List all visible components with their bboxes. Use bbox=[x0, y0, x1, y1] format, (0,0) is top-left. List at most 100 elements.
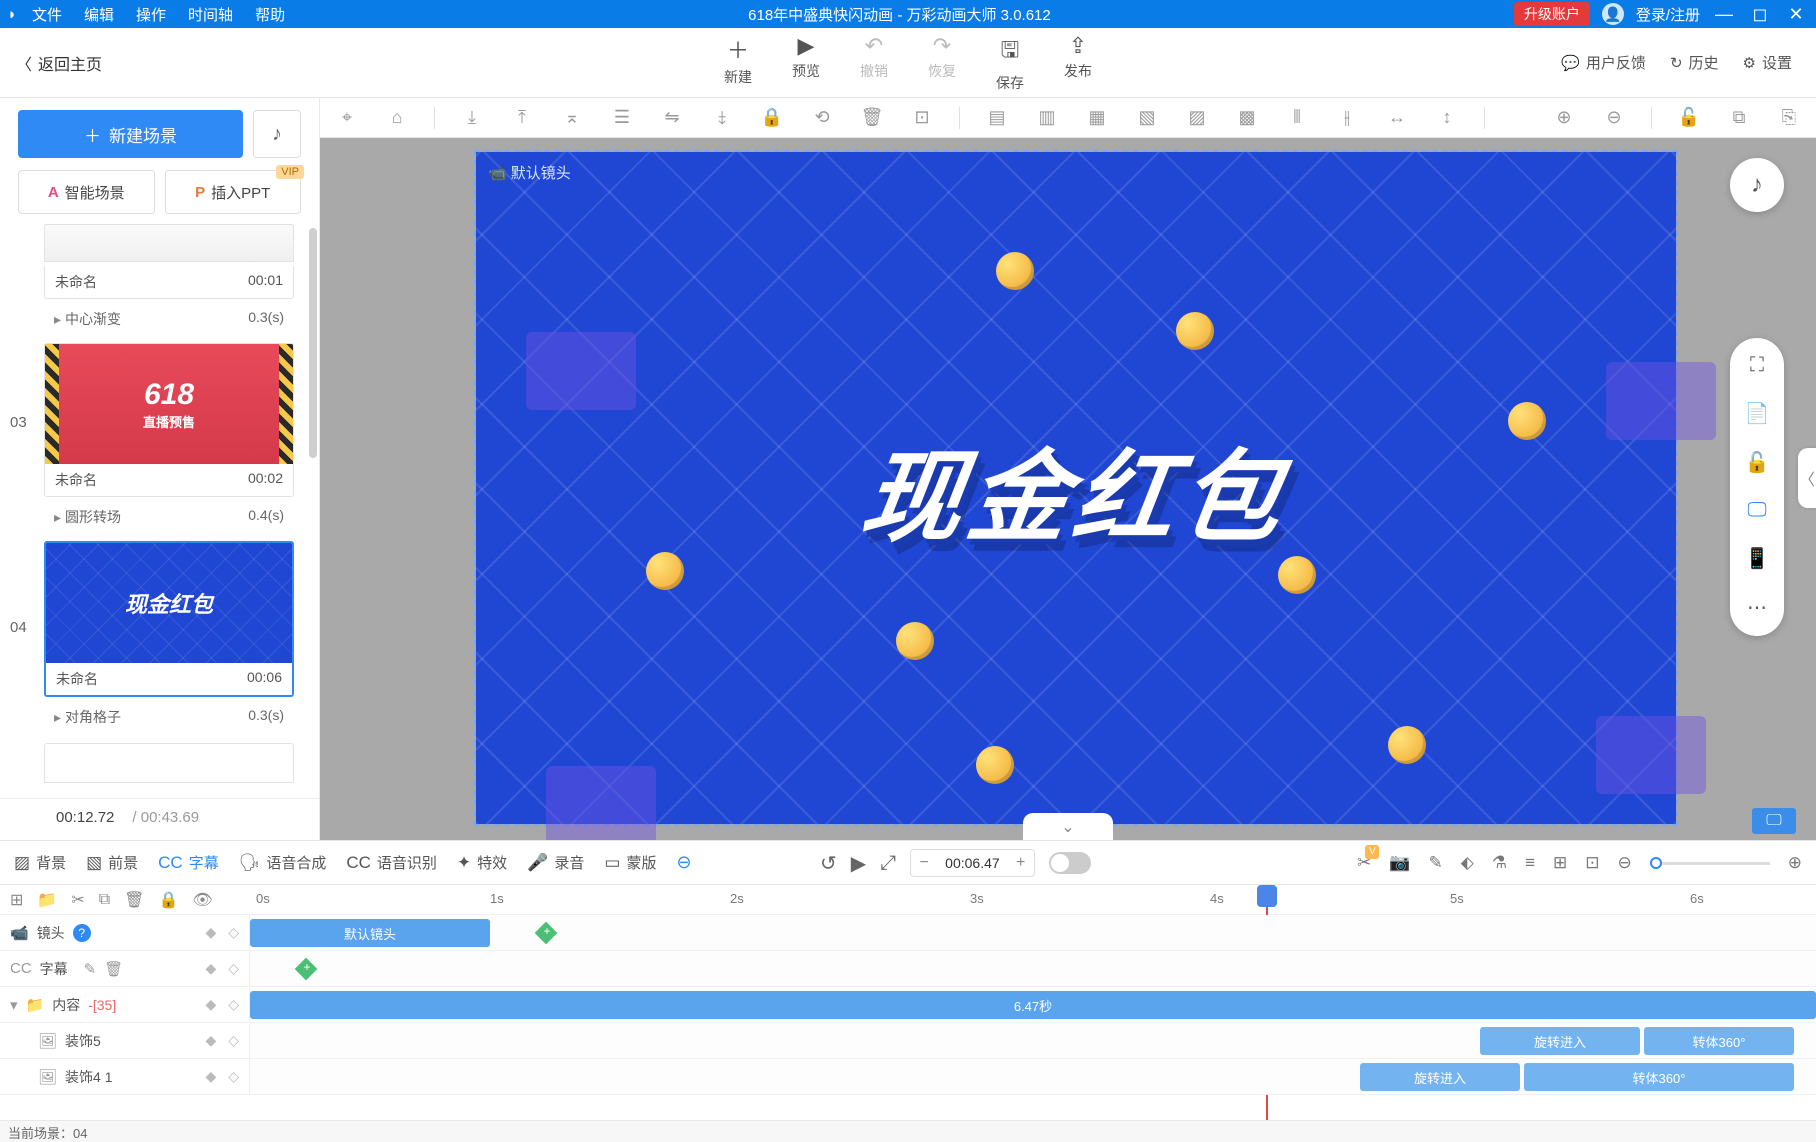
canvas-stage[interactable]: 📹 默认镜头 现金红包 bbox=[476, 152, 1676, 824]
zoom-out-tl-icon[interactable]: ⊖ bbox=[1618, 853, 1632, 873]
close-icon[interactable]: ✕ bbox=[1784, 4, 1808, 25]
coin-decoration[interactable] bbox=[1508, 402, 1546, 440]
publish-button[interactable]: ⇪发布 bbox=[1064, 33, 1092, 93]
menu-timeline[interactable]: 时间轴 bbox=[188, 4, 233, 25]
float-music-button[interactable]: ♪ bbox=[1730, 158, 1784, 212]
edit-tool-icon[interactable]: ✎ bbox=[1429, 853, 1443, 873]
envelope-decoration[interactable] bbox=[526, 332, 636, 410]
history-button[interactable]: ↻历史 bbox=[1670, 52, 1719, 73]
envelope-decoration[interactable] bbox=[1606, 362, 1716, 440]
envelope-decoration[interactable] bbox=[1596, 716, 1706, 794]
keyframe-dot[interactable]: ◇ bbox=[228, 1068, 239, 1085]
scene-thumb-partial[interactable] bbox=[44, 224, 294, 262]
cursor-tool-icon[interactable]: ⌖ bbox=[334, 107, 360, 128]
tab-effects[interactable]: ✦特效 bbox=[457, 852, 507, 873]
unlock-tool-icon[interactable]: 🔓 bbox=[1745, 450, 1770, 475]
tab-background[interactable]: ▨背景 bbox=[14, 852, 66, 873]
keyframe-dot[interactable]: ◇ bbox=[228, 924, 239, 941]
zoom-in-tl-icon[interactable]: ⊕ bbox=[1788, 853, 1802, 873]
coin-decoration[interactable] bbox=[996, 252, 1034, 290]
view-mode-indicator[interactable]: 🖵 bbox=[1752, 808, 1796, 834]
grid-tool-icon[interactable]: ⊡ bbox=[1585, 853, 1599, 873]
tab-record[interactable]: 🎤录音 bbox=[527, 852, 584, 873]
scene-thumb-partial[interactable] bbox=[44, 743, 294, 783]
coin-decoration[interactable] bbox=[976, 746, 1014, 784]
smart-scene-button[interactable]: A 智能场景 bbox=[18, 170, 155, 214]
effect-clip[interactable]: 转体360° bbox=[1644, 1027, 1794, 1055]
trash-icon[interactable]: 🗑 bbox=[859, 107, 885, 128]
tab-tts[interactable]: 🗣语音合成 bbox=[239, 852, 327, 873]
canvas-main-text[interactable]: 现金红包 bbox=[854, 416, 1298, 561]
new-button[interactable]: ＋新建 bbox=[724, 33, 752, 93]
time-minus[interactable]: − bbox=[911, 854, 937, 872]
add-track-icon[interactable]: ⊞ bbox=[10, 890, 23, 910]
lock-track-icon[interactable]: 🔒 bbox=[158, 890, 178, 910]
restart-icon[interactable]: ↺ bbox=[820, 851, 837, 876]
effect-clip[interactable]: 旋转进入 bbox=[1480, 1027, 1640, 1055]
redo-button[interactable]: ↷恢复 bbox=[928, 33, 956, 93]
spacing-h-icon[interactable]: ↔ bbox=[1384, 107, 1410, 128]
align-hcenter-icon[interactable]: ▥ bbox=[1034, 107, 1060, 128]
scene-item-selected[interactable]: 现金红包 未命名00:06 bbox=[44, 541, 294, 697]
scene-item[interactable]: 未命名00:01 bbox=[44, 266, 294, 299]
canvas-collapse-tab[interactable]: ⌄ bbox=[1023, 813, 1113, 841]
align-middle-icon[interactable]: ⌅ bbox=[559, 107, 585, 128]
tab-mask[interactable]: ▭蒙版 bbox=[604, 852, 656, 873]
tab-subtitle[interactable]: CC字幕 bbox=[158, 852, 219, 873]
align-top-icon[interactable]: ⤒ bbox=[509, 107, 535, 128]
coin-decoration[interactable] bbox=[1388, 726, 1426, 764]
chevron-down-icon[interactable]: ▾ bbox=[10, 996, 18, 1014]
marker-tool-icon[interactable]: ⊞ bbox=[1553, 853, 1567, 873]
effect-clip[interactable]: 旋转进入 bbox=[1360, 1063, 1520, 1091]
align-bottom-icon[interactable]: ⤓ bbox=[459, 107, 485, 128]
transition-row[interactable]: ▸中心渐变 0.3(s) bbox=[44, 303, 294, 339]
back-home-button[interactable]: 〈 返回主页 bbox=[0, 51, 102, 75]
keyframe-dot[interactable]: ◆ bbox=[205, 1032, 216, 1049]
undo-button[interactable]: ↶撤销 bbox=[860, 33, 888, 93]
align-vbottom-icon[interactable]: ▩ bbox=[1234, 107, 1260, 128]
settings-button[interactable]: ⚙设置 bbox=[1743, 52, 1792, 73]
unlock-icon[interactable]: 🔓 bbox=[1676, 107, 1702, 128]
add-keyframe-icon[interactable] bbox=[535, 922, 558, 945]
time-plus[interactable]: + bbox=[1008, 854, 1034, 872]
maximize-icon[interactable]: ◻ bbox=[1748, 4, 1772, 25]
tab-asr[interactable]: CC语音识别 bbox=[346, 852, 437, 873]
folder-add-icon[interactable]: 📁 bbox=[37, 890, 57, 910]
group-icon[interactable]: ⊡ bbox=[909, 107, 935, 128]
menu-file[interactable]: 文件 bbox=[32, 4, 62, 25]
content-clip[interactable]: 6.47秒 bbox=[250, 991, 1816, 1019]
keyframe-dot[interactable]: ◆ bbox=[205, 1068, 216, 1085]
coin-decoration[interactable] bbox=[1176, 312, 1214, 350]
transition-row[interactable]: ▸圆形转场 0.4(s) bbox=[44, 501, 294, 537]
keyframe-dot[interactable]: ◆ bbox=[205, 960, 216, 977]
save-button[interactable]: 🖫保存 bbox=[996, 33, 1024, 93]
more-icon[interactable]: ⋯ bbox=[1747, 595, 1767, 620]
layers-tool-icon[interactable]: ≡ bbox=[1525, 853, 1535, 873]
music-button[interactable]: ♪ bbox=[253, 110, 301, 158]
copy-icon[interactable]: ⧉ bbox=[1726, 107, 1752, 128]
zoom-out-icon[interactable]: ⊖ bbox=[1601, 107, 1627, 128]
menu-action[interactable]: 操作 bbox=[136, 4, 166, 25]
keyframe-tool-icon[interactable]: ⬖ bbox=[1461, 853, 1474, 873]
envelope-decoration[interactable] bbox=[546, 766, 656, 844]
insert-ppt-button[interactable]: P 插入PPT VIP bbox=[165, 170, 302, 214]
coin-decoration[interactable] bbox=[1278, 556, 1316, 594]
align-left-icon[interactable]: ▤ bbox=[984, 107, 1010, 128]
new-scene-button[interactable]: ＋ 新建场景 bbox=[18, 110, 243, 158]
keyframe-dot[interactable]: ◆ bbox=[205, 996, 216, 1013]
spacing-v-icon[interactable]: ↕ bbox=[1434, 107, 1460, 128]
keyframe-dot[interactable]: ◆ bbox=[205, 924, 216, 941]
visibility-icon[interactable]: 👁 bbox=[192, 890, 212, 910]
play-button-icon[interactable]: ▶ bbox=[851, 851, 866, 876]
menu-help[interactable]: 帮助 bbox=[255, 4, 285, 25]
edit-icon[interactable]: ✎ bbox=[84, 960, 97, 978]
crop-tool-icon[interactable]: ✂ bbox=[1357, 853, 1371, 873]
add-keyframe-icon[interactable] bbox=[295, 958, 318, 981]
home-tool-icon[interactable]: ⌂ bbox=[384, 107, 410, 128]
playhead-grip[interactable] bbox=[1257, 885, 1277, 907]
preview-button[interactable]: ▶预览 bbox=[792, 33, 820, 93]
camera-snap-icon[interactable]: 📷 bbox=[1389, 853, 1410, 873]
distribute-v-icon[interactable]: ⫲ bbox=[1334, 107, 1360, 128]
transition-row[interactable]: ▸对角格子 0.3(s) bbox=[44, 701, 294, 737]
coin-decoration[interactable] bbox=[896, 622, 934, 660]
